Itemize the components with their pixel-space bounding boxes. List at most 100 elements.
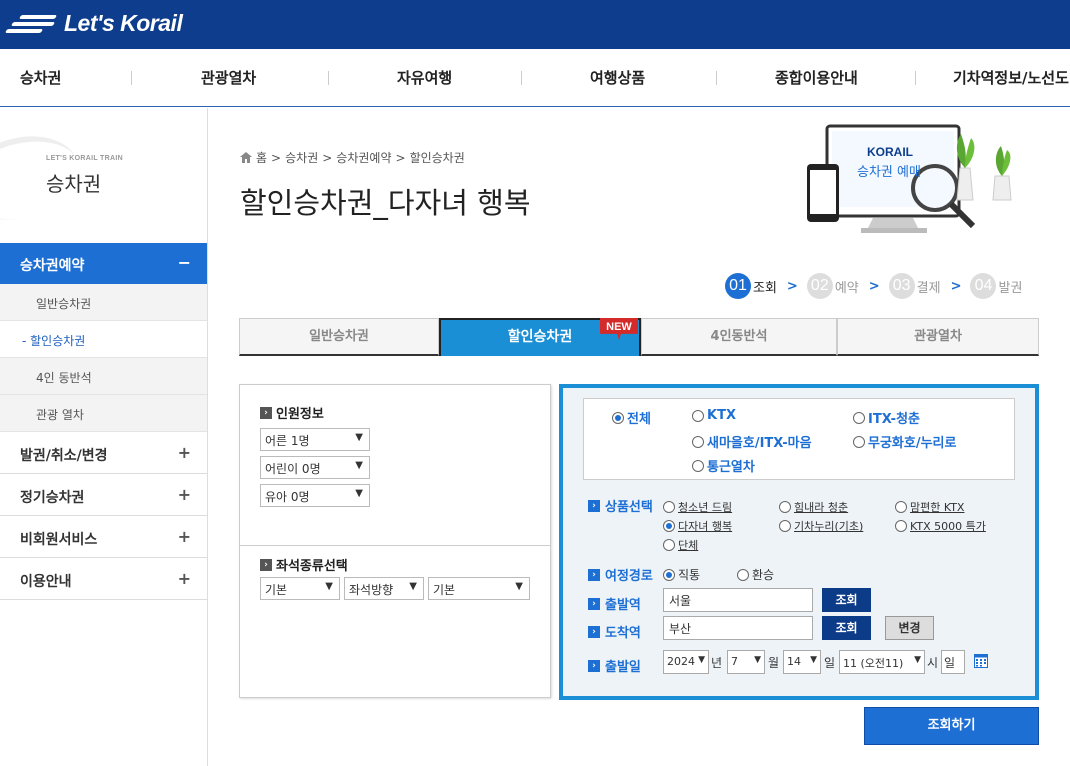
infant-select[interactable]: 유아 0명 ▼ [260,484,370,507]
lnb-sub-discount[interactable]: - 할인승차권 [0,321,207,358]
departure-input[interactable]: 서울 [663,588,813,612]
reservation-steps: 01 조회 > 02 예약 > 03 결제 > 04 발권 [725,273,1031,299]
date-label-text: 출발일 [605,660,641,675]
train-commuter-radio[interactable]: 통근열차 [692,456,755,475]
departure-search-button[interactable]: 조회 [822,588,871,612]
radio-label: ITX-청춘 [868,412,920,427]
route-direct-radio[interactable]: 직통 [663,566,700,583]
gnb-travel-products[interactable]: 여행상품 [590,67,645,88]
radio-dot [779,520,791,532]
lnb-item-label: 발권/취소/변경 [20,448,108,464]
arrival-label: › 도착역 [588,622,641,641]
breadcrumb: 홈 > 승차권 > 승차권예약 > 할인승차권 [240,149,465,166]
product-comfort-ktx-radio[interactable]: 맘편한 KTX [895,499,964,515]
lnb-header: LET'S KORAIL TRAIN 승차권 [0,108,207,242]
passenger-heading-text: 인원정보 [276,407,324,422]
day-select[interactable]: 14 ▼ [783,650,821,674]
train-ktx-radio[interactable]: KTX [692,408,736,423]
breadcrumb-home[interactable]: 홈 [256,149,267,166]
seat-direction-select[interactable]: 좌석방향 ▼ [344,577,424,600]
lnb-sub-tour-train[interactable]: 관광 열차 [0,395,207,432]
step-number: 02 [806,273,833,299]
train-mugunghwa-radio[interactable]: 무궁화호/누리로 [853,432,956,451]
expand-icon[interactable]: + [178,527,191,546]
lnb-item-reservation[interactable]: 승차권예약 − [0,243,207,284]
gnb-tour-train[interactable]: 관광열차 [201,67,256,88]
lnb-item-guest[interactable]: 비회원서비스 + [0,516,207,558]
month-select[interactable]: 7 ▼ [727,650,765,674]
gnb-station-info[interactable]: 기차역정보/노선도 [953,67,1069,88]
expand-icon[interactable]: + [178,443,191,462]
year-select[interactable]: 2024 ▼ [663,650,709,674]
gnb-guide[interactable]: 종합이용안내 [775,67,858,88]
chevron-down-icon: ▼ [355,488,363,499]
route-label-text: 여정경로 [605,569,653,584]
product-youth-radio[interactable]: 청소년 드림 [663,499,732,515]
chevron-down-icon: ▼ [754,655,761,665]
tab-family-seat[interactable]: 4인동반석 [641,318,837,356]
seat-option-value: 기본 [433,583,456,597]
year-value: 2024 [667,655,695,668]
product-ktx5000-radio[interactable]: KTX 5000 특가 [895,518,986,534]
tab-tour-train[interactable]: 관광열차 [837,318,1039,356]
product-multichild-radio[interactable]: 다자녀 행복 [663,518,732,534]
lnb-item-usage[interactable]: 이용안내 + [0,558,207,600]
korail-logo[interactable]: Let's Korail [4,10,183,37]
ticket-banner-illustration: KORAIL 승차권 예매 [805,120,1035,240]
lnb-sub-family-seat[interactable]: 4인 동반석 [0,358,207,395]
seat-type-select[interactable]: 기본 ▼ [260,577,340,600]
tab-general-ticket[interactable]: 일반승차권 [239,318,439,356]
step-search: 01 조회 > [725,273,798,299]
seat-direction-value: 좌석방향 [349,583,394,597]
gnb-divider [716,71,717,85]
expand-icon[interactable]: + [178,569,191,588]
arrow-box-icon: › [588,659,600,672]
hour-select[interactable]: 11 (오전11) ▼ [839,650,925,674]
radio-dot [612,411,624,424]
breadcrumb-reservation[interactable]: 승차권예약 [336,149,391,166]
radio-label: 통근열차 [707,460,755,475]
swap-station-button[interactable]: 변경 [885,616,934,640]
radio-dot [853,435,865,448]
seat-option-select[interactable]: 기본 ▼ [428,577,530,600]
train-all-radio[interactable]: 전체 [612,408,651,427]
product-nuri-radio[interactable]: 기차누리(기초) [779,518,863,534]
product-group-radio[interactable]: 단체 [663,537,698,553]
breadcrumb-ticket[interactable]: 승차권 [285,149,318,166]
adult-select-value: 어른 1명 [265,434,310,448]
route-transfer-radio[interactable]: 환승 [737,566,774,583]
lnb-item-season-ticket[interactable]: 정기승차권 + [0,474,207,516]
radio-label: 단체 [678,539,699,552]
passenger-heading: › 인원정보 [260,403,324,422]
global-nav: 승차권 관광열차 자유여행 여행상품 종합이용안내 기차역정보/노선도 [0,49,1070,107]
arrival-search-button[interactable]: 조회 [822,616,871,640]
day-unit: 일 [824,656,836,670]
child-select-value: 어린이 0명 [265,462,321,476]
calendar-icon[interactable] [974,654,988,671]
lnb-sub-general[interactable]: 일반승차권 [0,284,207,321]
hour-unit: 시 [927,656,939,670]
radio-dot [895,520,907,532]
radio-dot [692,459,704,472]
lnb-item-issue[interactable]: 발권/취소/변경 + [0,432,207,474]
radio-label: 환승 [752,568,775,582]
radio-label: 청소년 드림 [678,501,733,514]
search-submit-button[interactable]: 조회하기 [864,707,1039,745]
expand-icon[interactable]: + [178,485,191,504]
train-saemaeul-radio[interactable]: 새마을호/ITX-마음 [692,432,812,451]
breadcrumb-current: 할인승차권 [409,151,465,165]
train-itx-cheongchun-radio[interactable]: ITX-청춘 [853,408,920,427]
product-cheer-up-radio[interactable]: 힘내라 청춘 [779,499,848,515]
radio-label: KTX [707,408,736,423]
home-icon[interactable] [240,152,252,163]
adult-select[interactable]: 어른 1명 ▼ [260,428,370,451]
radio-label: 기차누리(기초) [794,520,864,533]
child-select[interactable]: 어린이 0명 ▼ [260,456,370,479]
chevron-down-icon: ▼ [698,655,705,665]
collapse-icon[interactable]: − [178,253,191,272]
gnb-free-travel[interactable]: 자유여행 [397,67,452,88]
radio-label: 다자녀 행복 [678,520,733,533]
step-issue: 04 발권 [970,273,1022,299]
gnb-ticket[interactable]: 승차권 [20,67,61,88]
arrival-input[interactable]: 부산 [663,616,813,640]
